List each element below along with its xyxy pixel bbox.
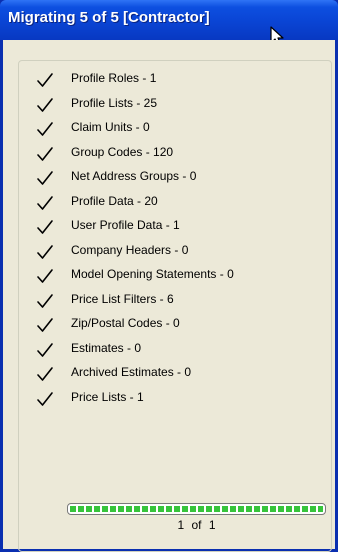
checkmark-icon bbox=[37, 318, 53, 332]
task-item: Zip/Postal Codes - 0 bbox=[19, 313, 319, 337]
checkmark-icon bbox=[37, 146, 53, 161]
task-label: Archived Estimates - 0 bbox=[71, 365, 192, 379]
checkmark-icon bbox=[37, 269, 53, 283]
window-title: Migrating 5 of 5 [Contractor] bbox=[8, 9, 210, 26]
task-label: Company Headers - 0 bbox=[71, 242, 189, 257]
task-item: Net Address Groups - 0 bbox=[19, 166, 319, 190]
task-item: Company Headers - 0 bbox=[19, 240, 319, 264]
task-item: Model Opening Statements - 0 bbox=[19, 264, 319, 288]
task-label: Price List Filters - 6 bbox=[71, 291, 174, 306]
migration-progress-bar bbox=[67, 503, 326, 515]
checkmark-icon bbox=[37, 171, 53, 185]
task-item: Price Lists - 1 bbox=[19, 387, 319, 411]
task-item: Price List Filters - 6 bbox=[19, 289, 319, 313]
task-label: Claim Units - 0 bbox=[71, 120, 150, 134]
task-label: Net Address Groups - 0 bbox=[71, 169, 197, 183]
task-label: Price Lists - 1 bbox=[71, 389, 144, 404]
task-label: Zip/Postal Codes - 0 bbox=[71, 316, 180, 330]
checkmark-icon bbox=[37, 220, 53, 234]
task-label: Profile Lists - 25 bbox=[71, 95, 158, 110]
task-label: Group Codes - 120 bbox=[71, 144, 174, 159]
task-item: User Profile Data - 1 bbox=[19, 215, 319, 239]
progress-bar-fill bbox=[70, 506, 323, 512]
checkmark-icon bbox=[37, 97, 53, 112]
task-item: Profile Data - 20 bbox=[19, 191, 319, 215]
task-item: Profile Roles - 1 bbox=[19, 68, 319, 92]
checkmark-icon bbox=[37, 195, 53, 210]
task-label: Model Opening Statements - 0 bbox=[71, 267, 234, 281]
task-item: Group Codes - 120 bbox=[19, 142, 319, 166]
window-client-area: 1 of 1 Profile Roles - 1 Profile Lists - … bbox=[3, 40, 335, 552]
checkmark-icon bbox=[37, 73, 53, 87]
title-bar[interactable]: Migrating 5 of 5 [Contractor] bbox=[0, 0, 338, 47]
task-label: Profile Roles - 1 bbox=[71, 71, 157, 85]
task-item: Estimates - 0 bbox=[19, 338, 319, 362]
task-label: Profile Data - 20 bbox=[71, 193, 158, 208]
task-item: Profile Lists - 25 bbox=[19, 93, 319, 117]
checkmark-icon bbox=[37, 293, 53, 308]
checkmark-icon bbox=[37, 367, 53, 381]
checkmark-icon bbox=[37, 391, 53, 406]
task-item: Archived Estimates - 0 bbox=[19, 362, 319, 386]
migration-progress-window: Migrating 5 of 5 [Contractor] 1 of 1 Pro… bbox=[0, 0, 338, 552]
migration-task-group: 1 of 1 Profile Roles - 1 Profile Lists - … bbox=[18, 60, 332, 552]
task-label: User Profile Data - 1 bbox=[71, 218, 180, 232]
checkmark-icon bbox=[37, 342, 53, 357]
progress-counter: 1 of 1 bbox=[177, 518, 216, 532]
checkmark-icon bbox=[37, 244, 53, 259]
checkmark-icon bbox=[37, 122, 53, 136]
task-label: Estimates - 0 bbox=[71, 340, 142, 355]
task-item: Claim Units - 0 bbox=[19, 117, 319, 141]
